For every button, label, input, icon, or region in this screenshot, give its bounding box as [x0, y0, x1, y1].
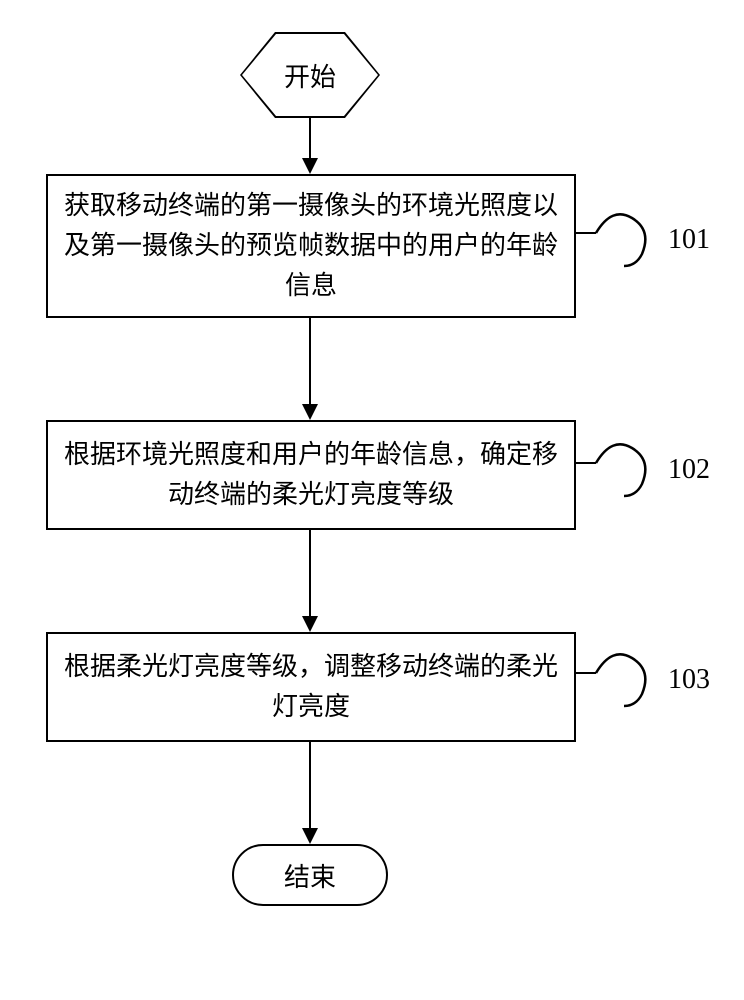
- step-1-connector: [576, 232, 596, 234]
- step-2-connector: [576, 462, 596, 464]
- step-3-label: 103: [668, 664, 710, 696]
- arrow-1-head: [302, 158, 318, 174]
- step-3-curve: [594, 644, 664, 714]
- step-1: 获取移动终端的第一摄像头的环境光照度以及第一摄像头的预览帧数据中的用户的年龄信息: [46, 174, 576, 318]
- step-2: 根据环境光照度和用户的年龄信息，确定移动终端的柔光灯亮度等级: [46, 420, 576, 530]
- step-3-text: 根据柔光灯亮度等级，调整移动终端的柔光灯亮度: [64, 647, 558, 728]
- step-1-label: 101: [668, 224, 710, 256]
- step-3-connector: [576, 672, 596, 674]
- end-label: 结束: [284, 857, 336, 894]
- start-terminal: 开始: [240, 32, 380, 118]
- step-1-text: 获取移动终端的第一摄像头的环境光照度以及第一摄像头的预览帧数据中的用户的年龄信息: [64, 186, 558, 307]
- step-2-text: 根据环境光照度和用户的年龄信息，确定移动终端的柔光灯亮度等级: [64, 435, 558, 516]
- arrow-2-head: [302, 404, 318, 420]
- arrow-3-head: [302, 616, 318, 632]
- flowchart-canvas: 开始 获取移动终端的第一摄像头的环境光照度以及第一摄像头的预览帧数据中的用户的年…: [0, 0, 744, 1000]
- step-2-curve: [594, 434, 664, 504]
- step-2-label: 102: [668, 454, 710, 486]
- step-1-curve: [594, 204, 664, 274]
- arrow-1: [309, 118, 311, 160]
- start-label: 开始: [242, 34, 378, 116]
- arrow-3: [309, 530, 311, 618]
- end-terminal: 结束: [232, 844, 388, 906]
- arrow-4-head: [302, 828, 318, 844]
- arrow-4: [309, 742, 311, 830]
- step-3: 根据柔光灯亮度等级，调整移动终端的柔光灯亮度: [46, 632, 576, 742]
- arrow-2: [309, 318, 311, 406]
